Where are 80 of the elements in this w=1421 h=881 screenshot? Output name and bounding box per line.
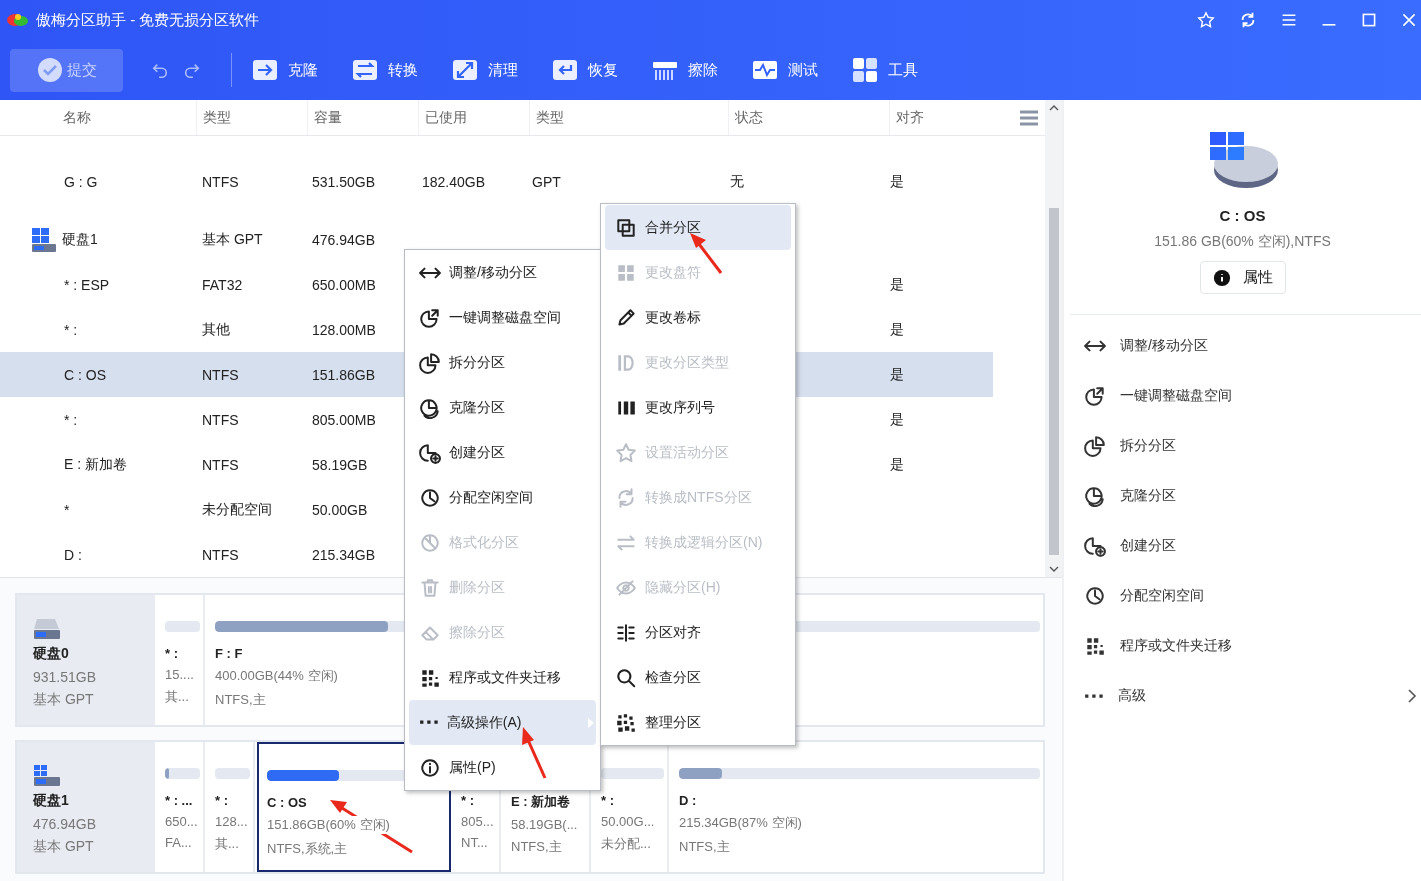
partition-size: 215.34GB(87% 空闲)	[679, 814, 802, 832]
table-cell: NTFS	[202, 456, 239, 473]
table-cell: NTFS	[202, 546, 239, 563]
table-cell: 基本 GPT	[202, 231, 263, 249]
action-label: 拆分分区	[1120, 437, 1176, 455]
disk-size: 476.94GB	[33, 816, 98, 832]
table-cell: 未分配空间	[202, 500, 272, 519]
disk-size: 931.51GB	[33, 669, 98, 685]
disk-style: 基本 GPT	[33, 838, 95, 856]
table-cell: 是	[890, 320, 904, 339]
partition-label: * :	[215, 793, 228, 808]
table-cell: * :	[64, 321, 78, 338]
partition-label: F : F	[215, 646, 243, 661]
action-label: 克隆分区	[1120, 487, 1176, 505]
partition-filesystem: 其...	[165, 688, 189, 706]
table-cell: 硬盘1	[62, 231, 98, 249]
table-cell: D :	[64, 546, 82, 563]
table-cell: NTFS	[202, 173, 239, 190]
partition-size: 805...	[461, 814, 494, 829]
table-cell: GPT	[532, 173, 561, 190]
window-title: 傲梅分区助手 - 免费无损分区软件	[36, 10, 260, 30]
table-cell: C : OS	[64, 366, 106, 383]
table-cell: 是	[890, 172, 904, 191]
table-cell: 182.40GB	[422, 173, 486, 190]
action-label: 高级	[1117, 687, 1146, 705]
partition-size: 400.00GB(44% 空闲)	[215, 667, 338, 685]
action-label: 一键调整磁盘空间	[1120, 387, 1232, 405]
table-cell: * : ESP	[64, 276, 110, 293]
table-cell: NTFS	[202, 411, 239, 428]
table-cell: 215.34GB	[312, 546, 376, 563]
partition-filesystem: NT...	[461, 835, 488, 850]
partition-label: * :	[601, 793, 614, 808]
table-cell: 476.94GB	[312, 232, 376, 248]
partition-label: D :	[679, 793, 697, 808]
table-cell: 151.86GB	[312, 366, 376, 383]
partition-size: 128...	[215, 814, 248, 829]
partition-size: 50.00G...	[601, 814, 655, 829]
partition-filesystem: NTFS,系统,主	[267, 840, 348, 858]
table-cell: 50.00GB	[312, 501, 368, 518]
partition-size: 151.86GB(60% 空闲)	[267, 816, 390, 834]
partition-filesystem: NTFS,主	[679, 838, 730, 856]
table-cell: G : G	[64, 173, 98, 190]
partition-title: C : OS	[1219, 207, 1266, 224]
partition-filesystem: NTFS,主	[511, 838, 562, 856]
partition-filesystem: 其...	[215, 835, 239, 853]
table-cell: 是	[890, 455, 904, 474]
disk-style: 基本 GPT	[33, 691, 95, 709]
partition-label: * :	[165, 646, 178, 661]
table-cell: 805.00MB	[312, 411, 376, 428]
partition-label: C : OS	[267, 795, 307, 810]
partition-filesystem: NTFS,主	[215, 691, 266, 709]
table-cell: 128.00MB	[312, 321, 376, 338]
table-cell: * :	[64, 411, 78, 428]
table-cell: 是	[890, 275, 904, 294]
partition-label: * : ...	[165, 793, 193, 808]
partition-size: 58.19GB(...	[511, 817, 578, 832]
table-cell: 531.50GB	[312, 173, 376, 190]
partition-filesystem: 未分配...	[601, 835, 651, 853]
partition-label: * :	[461, 793, 474, 808]
table-cell: 无	[730, 172, 744, 191]
table-cell: 650.00MB	[312, 276, 376, 293]
table-cell: 其他	[202, 320, 230, 339]
table-cell: *	[64, 501, 70, 518]
action-label: 创建分区	[1120, 537, 1176, 555]
table-cell: E : 新加卷	[64, 455, 127, 474]
action-label: 调整/移动分区	[1120, 337, 1208, 355]
partition-summary: 151.86 GB(60% 空闲),NTFS	[1154, 233, 1331, 251]
table-cell: NTFS	[202, 366, 239, 383]
partition-filesystem: FA...	[165, 835, 192, 850]
table-cell: FAT32	[202, 276, 243, 293]
table-cell: 是	[890, 365, 904, 384]
table-cell: 是	[890, 410, 904, 429]
action-label: 分配空闲空间	[1120, 587, 1204, 605]
partition-size: 15....	[165, 667, 194, 682]
table-cell: 58.19GB	[312, 456, 368, 473]
action-label: 程序或文件夹迁移	[1120, 637, 1232, 655]
disk-name: 硬盘1	[33, 792, 70, 810]
disk-name: 硬盘0	[33, 645, 70, 663]
partition-label: E : 新加卷	[511, 793, 571, 811]
partition-size: 650...	[165, 814, 198, 829]
